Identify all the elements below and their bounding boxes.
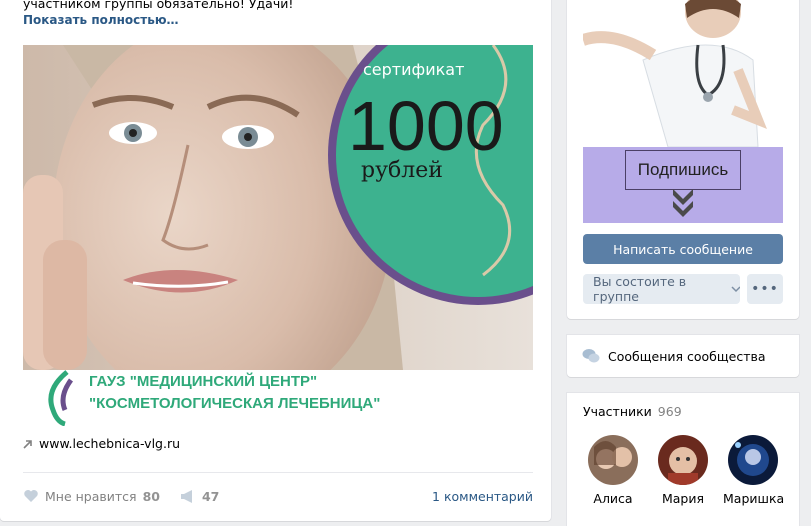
cert-currency: рублей xyxy=(361,158,443,183)
post-divider xyxy=(23,472,533,473)
members-header[interactable]: Участники 969 xyxy=(583,404,682,419)
membership-label: Вы состоите в группе xyxy=(593,274,687,304)
comments-link[interactable]: 1 комментарий xyxy=(432,489,533,504)
membership-dropdown[interactable]: Вы состоите в группе xyxy=(583,274,740,304)
member-name: Маришка xyxy=(723,491,785,506)
share-button[interactable]: 47 xyxy=(180,489,219,504)
doctor-illustration xyxy=(583,0,783,147)
share-count: 47 xyxy=(201,488,220,504)
org-name-line1: ГАУЗ "МЕДИЦИНСКИЙ ЦЕНТР" xyxy=(89,373,318,390)
link-arrow-icon xyxy=(23,439,32,449)
member-item[interactable]: Алиса xyxy=(583,435,643,506)
cert-word: сертификат xyxy=(363,60,464,79)
subscribe-banner[interactable]: Подпишись xyxy=(583,147,783,223)
group-cover-card: Подпишись Написать сообщение Вы состоите… xyxy=(567,0,799,319)
like-label: Мне нравится xyxy=(45,488,137,504)
member-item[interactable]: Мария xyxy=(653,435,713,506)
post-text: участником группы обязательно! Удачи! xyxy=(23,0,294,11)
megaphone-icon xyxy=(180,490,192,503)
post-actions: Мне нравится 80 47 1 комментарий xyxy=(23,486,533,506)
write-message-button[interactable]: Написать сообщение xyxy=(583,234,783,264)
banner-org-footer: ГАУЗ "МЕДИЦИНСКИЙ ЦЕНТР" "КОСМЕТОЛОГИЧЕС… xyxy=(23,370,533,426)
avatar xyxy=(658,435,708,485)
heart-icon xyxy=(24,490,38,502)
post-image[interactable]: сертификат 1000 рублей xyxy=(23,45,533,370)
member-name: Алиса xyxy=(593,491,633,506)
double-chevron-down-icon xyxy=(673,189,693,217)
community-messages-link[interactable]: Сообщения сообщества xyxy=(567,335,799,377)
members-title: Участники xyxy=(583,404,652,419)
community-messages-label: Сообщения сообщества xyxy=(608,348,766,364)
members-count: 969 xyxy=(657,404,682,419)
subscribe-label: Подпишись xyxy=(625,150,741,190)
member-item[interactable]: Маришка xyxy=(723,435,785,506)
org-name-line2: "КОСМЕТОЛОГИЧЕСКАЯ ЛЕЧЕБНИЦА" xyxy=(89,395,381,412)
more-actions-button[interactable]: ••• xyxy=(747,274,783,304)
members-card: Участники 969 Алиса Мария Маришка xyxy=(567,393,799,526)
chevron-down-icon xyxy=(731,286,740,293)
member-name: Мария xyxy=(661,491,705,506)
avatar xyxy=(728,435,778,485)
avatar xyxy=(588,435,638,485)
post-link-text[interactable]: www.lechebnica-vlg.ru xyxy=(39,436,180,451)
promo-banner: сертификат 1000 рублей xyxy=(23,45,533,370)
post-link[interactable]: www.lechebnica-vlg.ru xyxy=(23,436,180,451)
cover-image xyxy=(583,0,783,147)
like-button[interactable]: Мне нравится 80 xyxy=(23,489,160,504)
cert-amount: 1000 xyxy=(348,87,504,165)
clinic-logo-icon xyxy=(48,370,74,426)
wall-post: участником группы обязательно! Удачи! По… xyxy=(0,0,551,521)
like-count: 80 xyxy=(142,488,160,504)
chat-bubbles-icon xyxy=(582,349,600,363)
show-more-link[interactable]: Показать полностью… xyxy=(23,13,179,27)
